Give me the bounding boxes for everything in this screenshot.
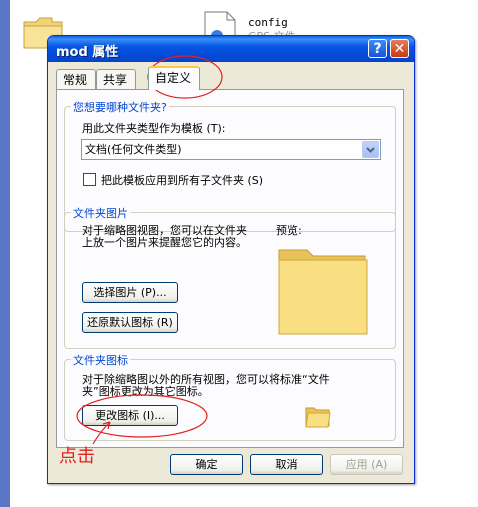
folder-preview-icon: [278, 249, 368, 335]
screen: config GPS 文件 mod 属性 ? ✕ 常规 共享 自定义 您想要哪种…: [0, 0, 478, 507]
folder-icons-group: 文件夹图标: [64, 352, 396, 441]
desktop-edge: [0, 0, 10, 507]
help-button[interactable]: ?: [368, 39, 387, 58]
template-select[interactable]: 文档(任何文件类型): [81, 139, 381, 160]
title-bar[interactable]: mod 属性 ? ✕: [48, 36, 414, 62]
choose-picture-button[interactable]: 选择图片 (P)...: [82, 282, 178, 303]
restore-default-button[interactable]: 还原默认图标 (R): [82, 312, 178, 333]
tab-customize[interactable]: 自定义: [148, 66, 200, 90]
icons-description-line2: 夹”图标更改为其它图标。: [82, 385, 209, 398]
close-button[interactable]: ✕: [390, 39, 409, 58]
folder-icon-preview: [305, 407, 331, 428]
folder-type-legend: 您想要哪种文件夹?: [71, 99, 169, 115]
template-label: 用此文件夹类型作为模板 (T):: [82, 122, 226, 135]
apply-subfolders-checkbox[interactable]: [83, 173, 96, 186]
pictures-description-line2: 上放一个图片来提醒您它的内容。: [82, 236, 247, 249]
folder-pictures-legend: 文件夹图片: [71, 205, 130, 221]
chevron-down-icon[interactable]: [362, 141, 379, 158]
change-icon-button[interactable]: 更改图标 (I)...: [82, 405, 178, 426]
tab-general[interactable]: 常规: [56, 69, 96, 89]
folder-icons-legend: 文件夹图标: [71, 352, 130, 368]
tab-sharing[interactable]: 共享: [96, 69, 136, 89]
click-annotation: 点击: [59, 446, 95, 467]
template-select-value: 文档(任何文件类型): [85, 143, 182, 156]
apply-button: 应用 (A): [330, 454, 403, 475]
preview-label: 预览:: [276, 224, 302, 237]
ok-button[interactable]: 确定: [170, 454, 243, 475]
dialog-title: mod 属性: [56, 45, 119, 60]
apply-subfolders-label[interactable]: 把此模板应用到所有子文件夹 (S): [101, 174, 263, 187]
cancel-button[interactable]: 取消: [250, 454, 323, 475]
properties-dialog: mod 属性 ? ✕ 常规 共享 自定义 您想要哪种文件夹? 用此文件夹类型作为…: [47, 35, 415, 484]
